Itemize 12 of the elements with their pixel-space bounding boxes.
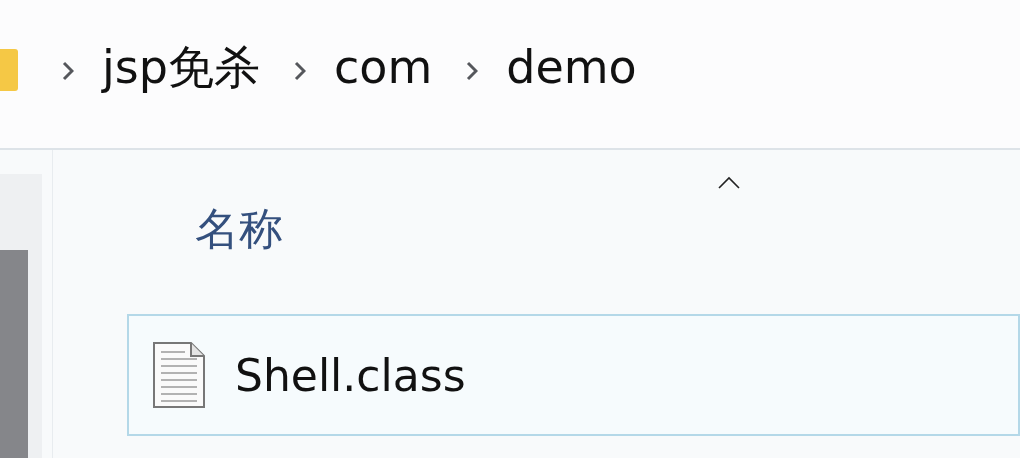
breadcrumb-item[interactable]: demo [506,40,637,96]
file-row[interactable]: Shell.class [127,314,1020,436]
chevron-icon [293,61,306,81]
breadcrumb-item[interactable]: com [333,40,433,96]
folder-icon [0,49,18,91]
chevron-icon [466,61,479,81]
scrollbar-thumb[interactable] [0,250,28,458]
chevron-icon [62,61,74,81]
column-header[interactable]: 名称 [195,200,283,259]
file-name: Shell.class [235,349,466,401]
breadcrumb-item[interactable]: jsp免杀 [102,40,260,96]
document-icon [153,342,205,408]
